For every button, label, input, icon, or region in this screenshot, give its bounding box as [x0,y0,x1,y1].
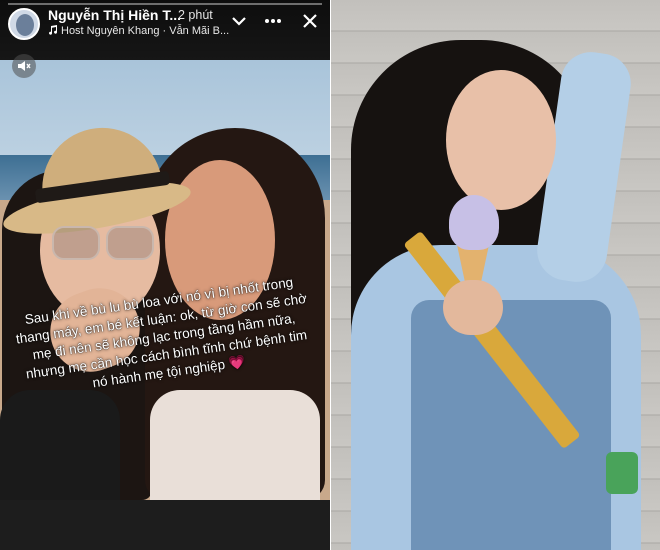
story-progress-bar [8,3,322,5]
denim-overalls [411,300,611,550]
story-footer [0,500,330,550]
speaker-muted-icon[interactable] [12,54,36,78]
sunglasses [52,226,156,260]
avatar[interactable] [8,8,40,40]
host-line: Host Nguyên Khang · Vẫn Mãi B... [61,25,230,37]
story-header: Nguyễn Thị Hiền T... 2 phút Host Nguyên … [0,0,330,60]
music-line[interactable]: Host Nguyên Khang · Vẫn Mãi B... [48,25,229,37]
music-note-icon [49,25,58,35]
close-icon[interactable] [299,10,321,32]
ice-cream-photo [331,0,660,550]
person-a-body [0,390,120,500]
green-bag [606,452,638,494]
person-b-body [150,390,320,500]
hand-holding-cone [443,280,503,335]
post-time: 2 phút [178,8,213,22]
story-viewer: Sau khi về bù lu bù loa với nó vì bị nhố… [0,0,330,550]
more-options-icon[interactable] [262,10,284,32]
poster-name[interactable]: Nguyễn Thị Hiền T... [48,7,181,23]
smiling-face [446,70,556,210]
lavender-ice-cream [449,195,499,250]
chevron-down-icon[interactable] [228,10,250,32]
